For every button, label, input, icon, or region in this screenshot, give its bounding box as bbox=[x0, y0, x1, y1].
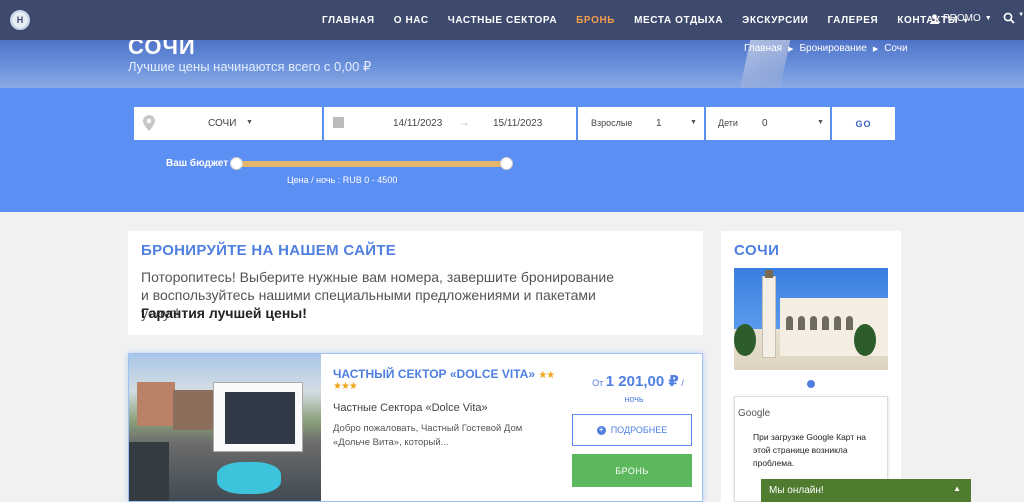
price-suffix: / bbox=[681, 378, 684, 388]
budget-slider-max-handle[interactable] bbox=[499, 157, 513, 170]
user-menu[interactable]: PROMO ▼ bbox=[930, 13, 992, 24]
photo-tree bbox=[854, 324, 876, 356]
photo-building bbox=[137, 382, 175, 426]
booking-promo-card: БРОНИРУЙТЕ НА НАШЕМ САЙТЕ Поторопитесь! … bbox=[128, 231, 703, 335]
chevron-right-icon: ▶ bbox=[788, 45, 794, 53]
search-icon bbox=[1003, 12, 1015, 24]
city-select[interactable]: СОЧИ ▼ bbox=[134, 107, 322, 140]
photo-shadow bbox=[129, 442, 169, 501]
menu-item-about[interactable]: О НАС bbox=[394, 15, 429, 26]
user-icon bbox=[930, 13, 939, 24]
details-button[interactable]: + ПОДРОБНЕЕ bbox=[572, 414, 692, 446]
photo-arch bbox=[786, 316, 793, 330]
price-line: От 1 201,00 ₽ / bbox=[572, 372, 702, 390]
hotel-card: ЧАСТНЫЙ СЕКТОР «DOLCE VITA» ★★ ★★★ Частн… bbox=[128, 353, 703, 502]
hero-banner: СОЧИ Лучшие цены начинаются всего с 0,00… bbox=[0, 40, 1024, 88]
photo-arch bbox=[834, 316, 841, 330]
carousel-indicator[interactable] bbox=[807, 380, 815, 388]
city-value: СОЧИ bbox=[208, 118, 237, 129]
site-logo[interactable]: H bbox=[10, 10, 30, 30]
photo-tree bbox=[734, 324, 756, 356]
photo-building bbox=[173, 390, 213, 430]
google-logo: Google bbox=[738, 408, 771, 419]
breadcrumb-home[interactable]: Главная bbox=[744, 43, 782, 54]
logo-text: H bbox=[16, 15, 24, 25]
chevron-down-icon: ▼ bbox=[984, 15, 992, 22]
adults-label: Взрослые bbox=[591, 118, 633, 128]
budget-slider-track[interactable] bbox=[236, 161, 506, 167]
city-sidebar: СОЧИ Google При загрузке Google Карт на … bbox=[721, 231, 901, 502]
date-range-input[interactable]: 14/11/2023 → 15/11/2023 bbox=[324, 107, 576, 140]
photo-arch bbox=[810, 316, 817, 330]
page-title: СОЧИ bbox=[128, 40, 196, 59]
map-error-message: При загрузке Google Карт на этой страниц… bbox=[753, 432, 867, 468]
photo-tower-spire bbox=[765, 270, 773, 278]
chevron-down-icon: ▼ bbox=[1018, 12, 1024, 18]
hotel-description: Добро пожаловать, Частный Гостевой Дом «… bbox=[333, 423, 523, 448]
kids-value: 0 bbox=[762, 118, 768, 129]
promo-label: PROMO bbox=[943, 13, 981, 24]
photo-hotel-facade bbox=[225, 392, 295, 444]
page-subtitle: Лучшие цены начинаются всего с 0,00 ₽ bbox=[128, 59, 372, 74]
main-menu: ГЛАВНАЯ О НАС ЧАСТНЫЕ СЕКТОРА БРОНЬ МЕСТ… bbox=[322, 0, 989, 40]
search-band: СОЧИ ▼ 14/11/2023 → 15/11/2023 Взрослые … bbox=[0, 88, 1024, 212]
details-label: ПОДРОБНЕЕ bbox=[610, 425, 668, 435]
star-rating-icon: ★★ bbox=[538, 370, 555, 381]
adults-select[interactable]: Взрослые 1 ▼ bbox=[578, 107, 704, 140]
breadcrumb: Главная ▶ Бронирование ▶ Сочи bbox=[744, 43, 908, 54]
online-chat-widget[interactable]: Мы онлайн! ▲ bbox=[761, 479, 971, 502]
budget-range-text: Цена / ночь : RUB 0 - 4500 bbox=[287, 175, 398, 185]
menu-item-private-sectors[interactable]: ЧАСТНЫЕ СЕКТОРА bbox=[448, 15, 557, 26]
search-go-button[interactable]: GO bbox=[832, 107, 895, 140]
kids-label: Дети bbox=[718, 118, 738, 128]
menu-item-home[interactable]: ГЛАВНАЯ bbox=[322, 15, 375, 26]
kids-select[interactable]: Дети 0 ▼ bbox=[706, 107, 830, 140]
chevron-right-icon: ▶ bbox=[872, 45, 879, 53]
book-button[interactable]: БРОНЬ bbox=[572, 454, 692, 487]
hotel-name[interactable]: ЧАСТНЫЙ СЕКТОР «DOLCE VITA» bbox=[333, 367, 535, 381]
photo-arch bbox=[798, 316, 805, 330]
price-value: 1 201,00 ₽ bbox=[605, 373, 679, 390]
breadcrumb-current: Сочи bbox=[884, 43, 908, 54]
photo-pool bbox=[217, 462, 281, 494]
chevron-down-icon: ▼ bbox=[817, 119, 824, 126]
city-photo[interactable] bbox=[734, 268, 888, 370]
chevron-down-icon: ▼ bbox=[690, 119, 697, 126]
chevron-up-icon: ▲ bbox=[953, 484, 961, 493]
budget-label: Ваш бюджет bbox=[166, 158, 229, 169]
hotel-photo[interactable] bbox=[129, 354, 321, 501]
chat-label: Мы онлайн! bbox=[769, 485, 824, 496]
promo-title: БРОНИРУЙТЕ НА НАШЕМ САЙТЕ bbox=[141, 242, 397, 259]
sidebar-title: СОЧИ bbox=[734, 242, 780, 259]
hotel-type: Частные Сектора «Dolce Vita» bbox=[333, 402, 488, 414]
hotel-name-line[interactable]: ЧАСТНЫЙ СЕКТОР «DOLCE VITA» ★★ bbox=[333, 367, 555, 381]
budget-slider-min-handle[interactable] bbox=[229, 157, 243, 170]
menu-item-booking[interactable]: БРОНЬ bbox=[576, 15, 615, 26]
calendar-icon bbox=[333, 117, 344, 128]
adults-value: 1 bbox=[656, 118, 662, 129]
arrow-right-icon: → bbox=[458, 115, 470, 129]
star-rating-icon: ★★★ bbox=[333, 381, 358, 392]
promo-guarantee: Гарантия лучшей цены! bbox=[141, 305, 307, 321]
top-navbar: H ГЛАВНАЯ О НАС ЧАСТНЫЕ СЕКТОРА БРОНЬ МЕ… bbox=[0, 0, 1024, 40]
checkin-date[interactable]: 14/11/2023 bbox=[393, 118, 442, 129]
chevron-down-icon: ▼ bbox=[246, 119, 253, 126]
menu-item-excursions[interactable]: ЭКСКУРСИИ bbox=[742, 15, 808, 26]
menu-item-gallery[interactable]: ГАЛЕРЕЯ bbox=[827, 15, 878, 26]
info-icon: + bbox=[596, 425, 606, 435]
photo-arch bbox=[822, 316, 829, 330]
photo-arch bbox=[846, 316, 853, 330]
price-per-night: ночь bbox=[624, 394, 644, 404]
search-button[interactable]: ▼ bbox=[1003, 12, 1024, 27]
price-prefix: От bbox=[592, 378, 604, 388]
menu-item-places[interactable]: МЕСТА ОТДЫХА bbox=[634, 15, 723, 26]
photo-clock-tower bbox=[762, 276, 776, 358]
checkout-date[interactable]: 15/11/2023 bbox=[493, 118, 542, 129]
breadcrumb-booking[interactable]: Бронирование bbox=[799, 43, 866, 54]
map-pin-icon bbox=[143, 115, 155, 131]
